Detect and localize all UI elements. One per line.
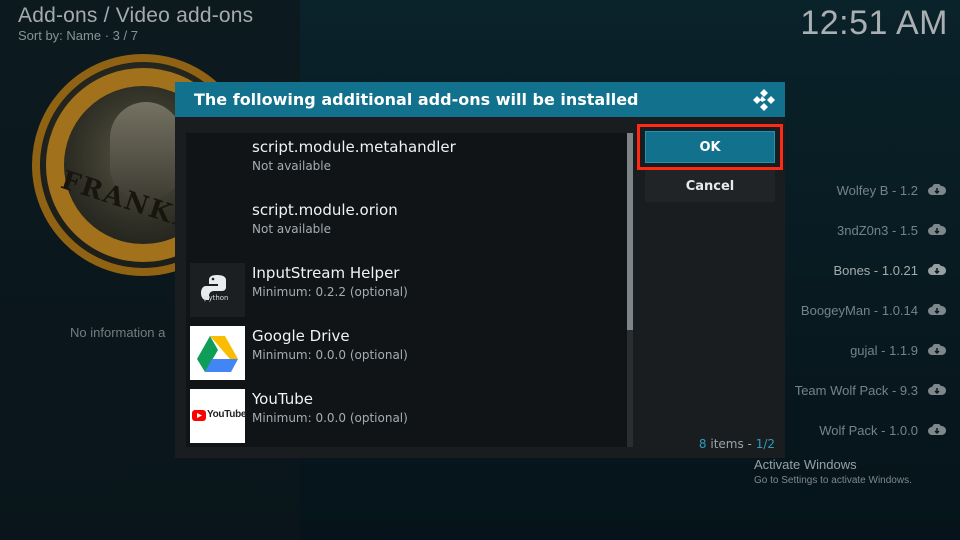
python-icon-text: python: [204, 294, 229, 302]
item-count: 8 items - 1/2: [699, 437, 775, 451]
list-item[interactable]: python InputStream Helper Minimum: 0.2.2…: [186, 259, 631, 321]
addon-title: YouTube: [252, 390, 313, 408]
list-scrollbar[interactable]: [627, 133, 633, 447]
addon-title: InputStream Helper: [252, 264, 400, 282]
dialog-header: The following additional add-ons will be…: [175, 82, 785, 117]
page-indicator: 1/2: [755, 437, 775, 451]
addon-version: Minimum: 0.0.0 (optional): [252, 411, 408, 425]
install-dependencies-dialog: The following additional add-ons will be…: [175, 82, 785, 458]
kodi-logo-icon: [753, 89, 775, 111]
addon-list: script.module.metahandler Not available …: [186, 133, 631, 447]
scrollbar-thumb[interactable]: [627, 133, 633, 330]
item-count-label: items -: [710, 437, 756, 451]
addon-status: Not available: [252, 159, 332, 173]
list-item[interactable]: script.module.metahandler Not available: [186, 133, 631, 195]
ok-button[interactable]: OK: [645, 131, 775, 163]
cancel-button[interactable]: Cancel: [645, 170, 775, 202]
youtube-icon: YouTube: [190, 389, 247, 443]
list-item[interactable]: script.module.orion Not available: [186, 196, 631, 258]
dialog-title: The following additional add-ons will be…: [194, 90, 639, 109]
youtube-icon-text: YouTube: [207, 409, 247, 420]
addon-title: script.module.metahandler: [252, 138, 456, 156]
addon-status: Not available: [252, 222, 332, 236]
python-icon: python: [190, 263, 245, 317]
addon-title: Google Drive: [252, 327, 350, 345]
addon-version: Minimum: 0.0.0 (optional): [252, 348, 408, 362]
list-item[interactable]: YouTube YouTube Minimum: 0.0.0 (optional…: [186, 385, 631, 447]
google-drive-icon: [190, 326, 245, 380]
addon-version: Minimum: 0.2.2 (optional): [252, 285, 408, 299]
addon-title: script.module.orion: [252, 201, 398, 219]
list-item[interactable]: Google Drive Minimum: 0.0.0 (optional): [186, 322, 631, 384]
item-count-number: 8: [698, 437, 707, 451]
